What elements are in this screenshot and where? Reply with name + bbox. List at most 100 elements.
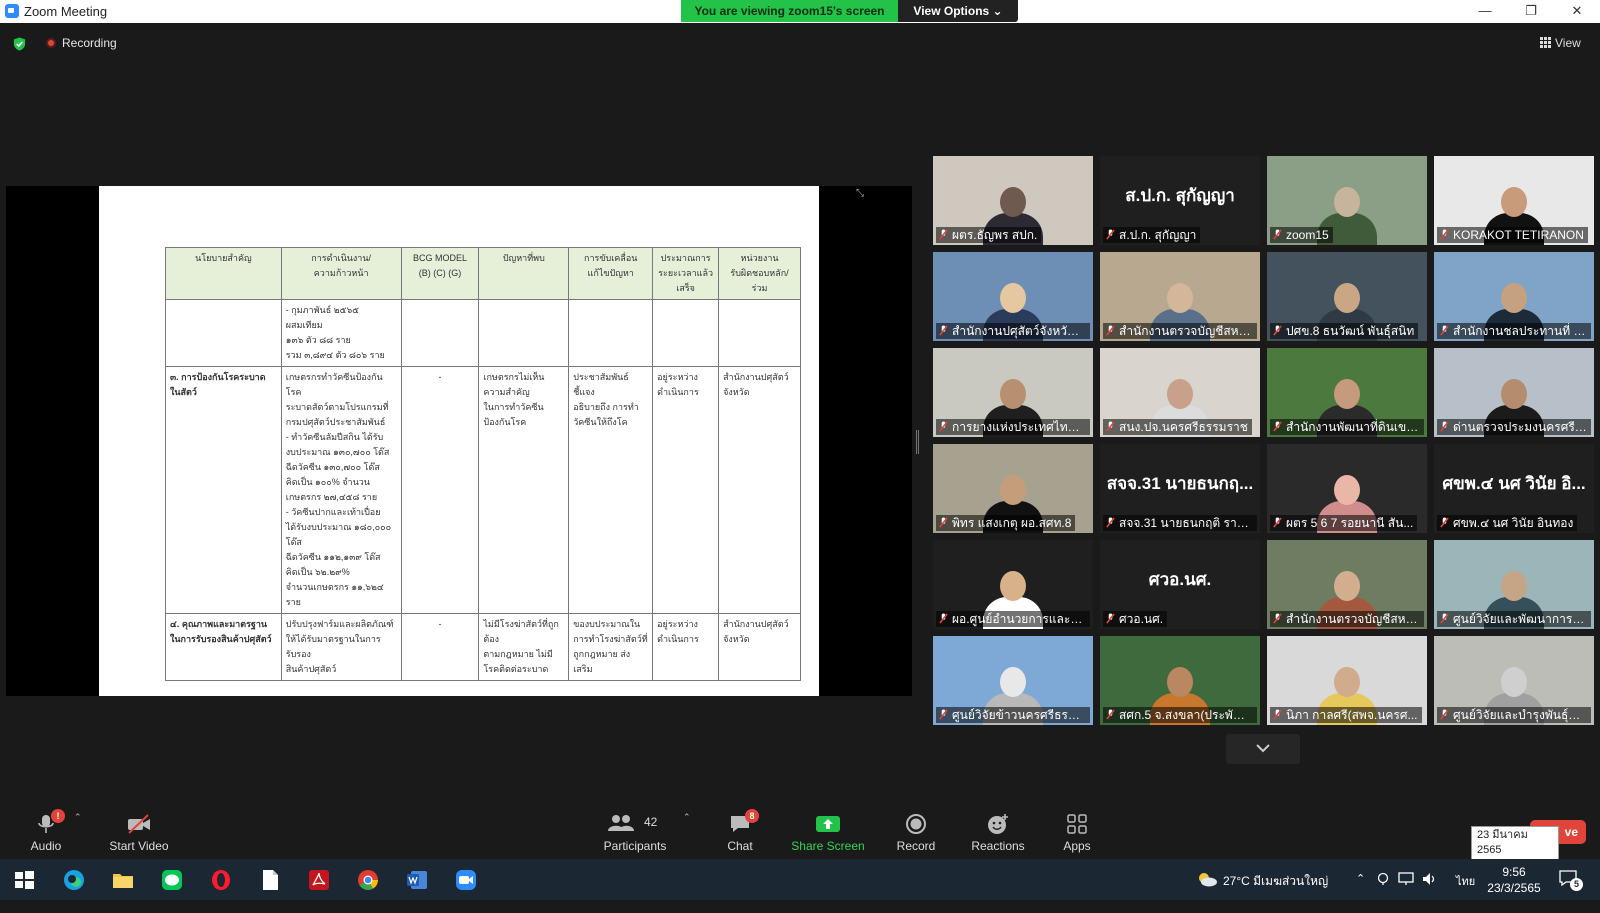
participant-tile[interactable]: ส.ป.ก. สุกัญญา ส.ป.ก. สุกัญญา (1100, 156, 1260, 245)
muted-mic-icon (1273, 709, 1282, 720)
participant-tile[interactable]: ผอ.ศูนย์อำนวยการและประ... (933, 540, 1093, 629)
shared-screen[interactable]: นโยบายสำคัญ การดำเนินงาน/ ความก้าวหน้า BCG… (6, 186, 912, 696)
chat-icon: 8 (697, 809, 783, 835)
adobe-pdf-icon[interactable] (307, 868, 331, 892)
restore-icon[interactable]: ❐ (1508, 0, 1554, 23)
meeting-toolbar: ! Audio ⌃ Start Video 42 Participants ⌃ … (0, 800, 1600, 859)
reactions-icon (955, 813, 1041, 835)
participant-tile[interactable]: ศูนย์วิจัยข้าวนครศรีธรรมราช... (933, 636, 1093, 725)
table-cell: - (400, 366, 480, 614)
apps-button[interactable]: Apps (1034, 813, 1120, 853)
participant-name: สจจ.31 นายธนกฤติ ราษ... (1119, 516, 1255, 530)
minimize-icon[interactable]: — (1462, 0, 1508, 23)
volume-icon[interactable] (1422, 872, 1438, 886)
webcam-icon[interactable] (1376, 872, 1390, 886)
viewing-screen-banner: You are viewing zoom15's screen (681, 0, 898, 22)
windows-start-icon[interactable] (12, 868, 36, 892)
gallery-next-page-button[interactable] (1226, 734, 1300, 764)
participant-tile[interactable]: สำนักงานชลประทานที่ 1... (1434, 252, 1594, 341)
start-video-button[interactable]: Start Video (96, 813, 182, 853)
muted-mic-icon (1106, 709, 1115, 720)
audio-options-caret[interactable]: ⌃ (74, 812, 82, 823)
shared-document-page: นโยบายสำคัญ การดำเนินงาน/ ความก้าวหน้า BCG… (99, 186, 819, 696)
participant-tile[interactable]: สำนักงานปศุสัตว์จังหวัดนครศร... (933, 252, 1093, 341)
notification-center[interactable]: 5 (1558, 868, 1583, 892)
zoom-taskbar-icon[interactable] (454, 868, 478, 892)
muted-mic-icon (939, 421, 948, 432)
muted-mic-icon (1106, 613, 1115, 624)
participant-tile[interactable]: ศูนย์วิจัยและพัฒนาการเก... (1434, 540, 1594, 629)
participant-name: KORAKOT TETIRANON (1453, 228, 1584, 242)
participant-name: การยางแห่งประเทศไทยจัง... (952, 420, 1090, 434)
line-app-icon[interactable] (160, 868, 184, 892)
input-language[interactable]: ไทย (1456, 872, 1475, 913)
participant-tile[interactable]: ศวอ.นศ. ศวอ.นศ. (1100, 540, 1260, 629)
view-label: View (1555, 36, 1581, 50)
reactions-label: Reactions (971, 839, 1025, 853)
participants-options-caret[interactable]: ⌃ (683, 812, 691, 823)
panel-resize-handle[interactable] (916, 430, 919, 454)
edge-browser-icon[interactable] (62, 868, 86, 892)
chat-unread-badge: 8 (745, 809, 759, 823)
security-shield-icon[interactable] (12, 36, 27, 52)
opera-browser-icon[interactable] (209, 868, 233, 892)
participant-head (1000, 379, 1026, 409)
participant-tile[interactable]: ผตร 5 6 7 รอยนานี สัน... (1267, 444, 1427, 533)
chat-button[interactable]: 8 Chat (697, 809, 783, 853)
muted-mic-icon (1273, 613, 1282, 624)
participant-name: ด่านตรวจประมงนครศรีธร... (1453, 420, 1591, 434)
participant-tile[interactable]: KORAKOT TETIRANON (1434, 156, 1594, 245)
word-app-icon[interactable] (405, 868, 429, 892)
pop-out-icon[interactable]: ⤡ (856, 188, 864, 199)
participant-head (1167, 667, 1193, 697)
participant-tile[interactable]: สำนักงานตรวจบัญชีสหกร... (1267, 540, 1427, 629)
participant-tile[interactable]: ปศข.8 ธนวัฒน์ พันธุ์สนิท (1267, 252, 1427, 341)
close-icon[interactable]: ✕ (1554, 0, 1600, 23)
muted-mic-icon (1440, 517, 1449, 528)
participant-tile[interactable]: สนง.ปจ.นครศรีธรรมราช (1100, 348, 1260, 437)
chrome-browser-icon[interactable] (356, 868, 380, 892)
muted-mic-icon (1106, 517, 1115, 528)
file-explorer-icon[interactable] (111, 868, 135, 892)
document-file-icon[interactable] (258, 868, 282, 892)
network-icon[interactable] (1398, 872, 1414, 886)
participant-tile[interactable]: สำนักงานตรวจบัญชีสหกร... (1100, 252, 1260, 341)
participant-head (1334, 187, 1360, 217)
participant-tile[interactable]: ด่านตรวจประมงนครศรีธร... (1434, 348, 1594, 437)
table-cell: ๓. การป้องกันโรคระบาด ในสัตว์ (165, 366, 282, 614)
participant-tile[interactable]: สศก.5 จ.สงขลา(ประพัฒ... (1100, 636, 1260, 725)
participant-name-label: ศูนย์วิจัยข้าวนครศรีธรรมราช... (936, 707, 1090, 723)
table-header-cell: ปัญหาที่พบ (478, 247, 570, 300)
table-cell: สำนักงานปศุสัตว์ จังหวัด (718, 613, 801, 681)
participant-name: ผตร 5 6 7 รอยนานี สัน... (1286, 516, 1414, 530)
clock-date: 23/3/2565 (1487, 881, 1541, 895)
share-screen-button[interactable]: Share Screen (785, 813, 871, 853)
participant-tile[interactable]: สจจ.31 นายธนกฤ... สจจ.31 นายธนกฤติ ราษ... (1100, 444, 1260, 533)
taskbar-clock[interactable]: 9:56 23/3/2565 (1484, 864, 1544, 896)
table-header-cell: การขับเคลื่อนแก้ไขปัญหา (568, 247, 654, 300)
reactions-button[interactable]: Reactions (955, 813, 1041, 853)
participant-head (1000, 667, 1026, 697)
recording-label: Recording (62, 36, 117, 50)
participant-tile[interactable]: สำนักงานพัฒนาที่ดินเขต... (1267, 348, 1427, 437)
view-layout-button[interactable]: View (1540, 36, 1581, 50)
participant-name: สนง.ปจ.นครศรีธรรมราช (1119, 420, 1248, 434)
record-button[interactable]: Record (873, 813, 959, 853)
muted-mic-icon (939, 517, 948, 528)
participant-tile[interactable]: ผตร.ธัญพร สปก. (933, 156, 1093, 245)
participant-tile[interactable]: ศขพ.๔ นศ วินัย อิ... ศขพ.๔ นศ วินัย อินทอ… (1434, 444, 1594, 533)
zoom-app-icon (5, 4, 19, 18)
participants-button[interactable]: 42 Participants (592, 813, 678, 853)
participant-tile[interactable]: นิภา กาลศรี(สพจ.นครศ... (1267, 636, 1427, 725)
recording-indicator[interactable]: Recording (46, 36, 117, 50)
participant-name-label: สนง.ปจ.นครศรีธรรมราช (1103, 419, 1252, 435)
tray-overflow-chevron-icon[interactable]: ⌃ (1356, 872, 1365, 913)
participant-tile[interactable]: ศูนย์วิจัยและบำรุงพันธุ์สัต... (1434, 636, 1594, 725)
participant-name: พิทร แสงเกตุ ผอ.สศท.8 (952, 516, 1072, 530)
view-options-button[interactable]: View Options ⌄ (898, 0, 1018, 22)
table-cell (400, 299, 480, 367)
muted-mic-icon (939, 325, 948, 336)
participant-tile[interactable]: พิทร แสงเกตุ ผอ.สศท.8 (933, 444, 1093, 533)
participant-tile[interactable]: การยางแห่งประเทศไทยจัง... (933, 348, 1093, 437)
participant-tile[interactable]: zoom15 (1267, 156, 1427, 245)
